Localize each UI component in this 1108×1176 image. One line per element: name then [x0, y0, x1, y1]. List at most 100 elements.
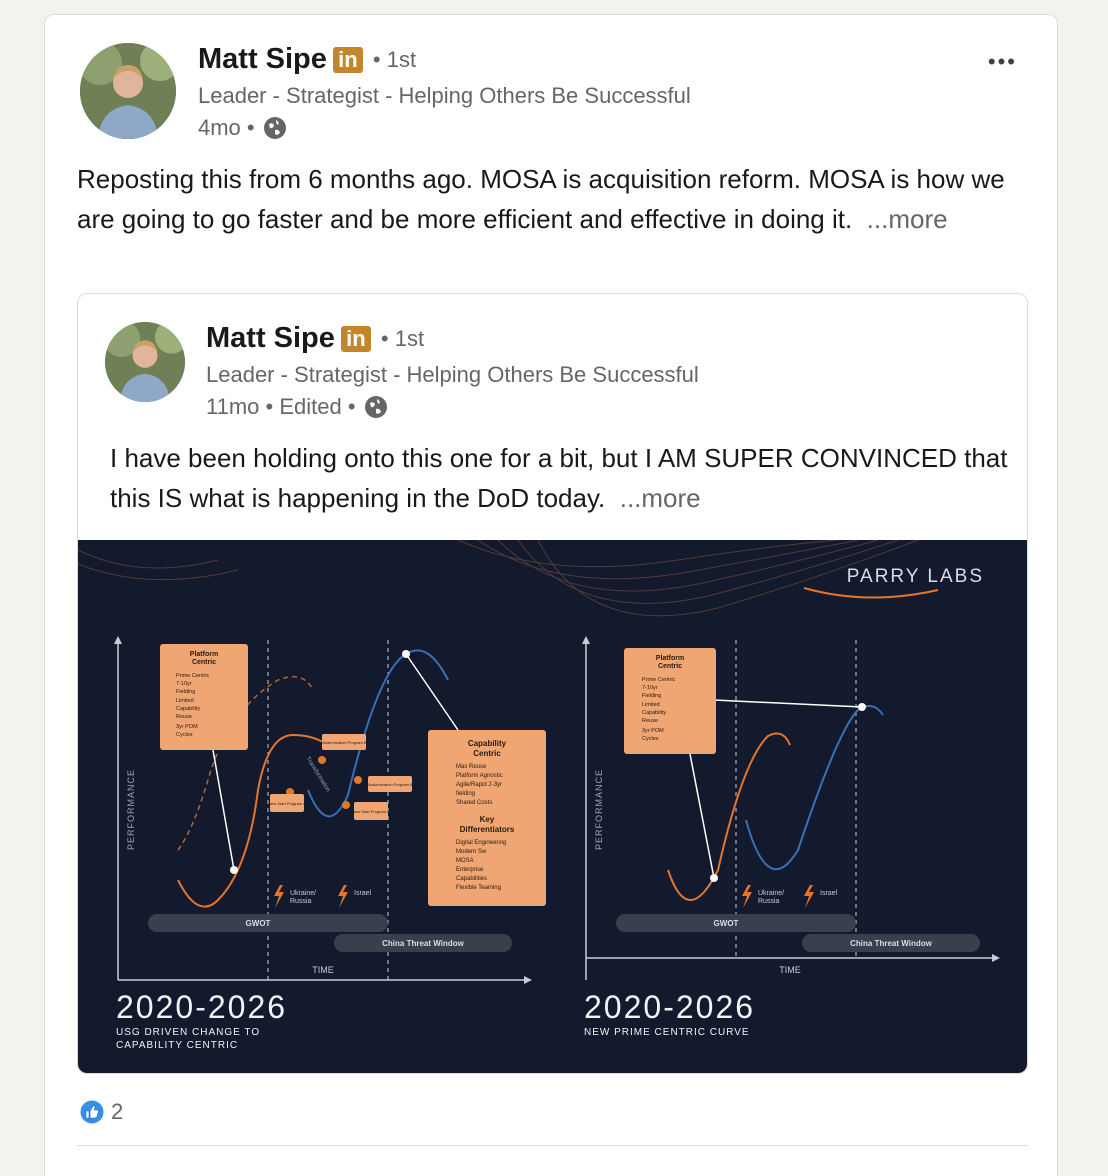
callout-line [689, 753, 715, 879]
box-item: 7-10yr [176, 681, 192, 687]
brand-logo: PARRY LABS [847, 566, 984, 587]
event-label: Israel [354, 890, 372, 897]
box-item: 7-10yr [642, 685, 658, 691]
avatar[interactable] [80, 43, 176, 139]
label-ns-a-text: New Start Program A [268, 801, 306, 806]
box-title: Centric [658, 663, 682, 670]
left-chart: PERFORMANCE TIME Modernization Program B… [114, 636, 546, 1051]
avatar-photo [105, 322, 185, 402]
box-item: Shared Costs [456, 800, 492, 806]
arrow-icon [524, 976, 532, 984]
china-window-label: China Threat Window [850, 939, 932, 948]
lightning-icon [338, 885, 348, 908]
globe-icon [364, 396, 387, 418]
post-body: Reposting this from 6 months ago. MOSA i… [77, 159, 1027, 239]
see-more-link[interactable]: ...more [620, 483, 701, 513]
reactions-summary[interactable]: 2 [79, 1099, 123, 1125]
program-marker [318, 756, 326, 764]
china-window-label: China Threat Window [382, 939, 464, 948]
box-item: Agile/Rapid 2-3yr [456, 782, 502, 788]
box-item: fielding [456, 791, 475, 797]
author-name[interactable]: Matt Sipe [198, 43, 327, 76]
box-item: Capabilities [456, 876, 487, 882]
chart-year: 2020-2026 [116, 989, 287, 1025]
box-item: Flexible Teaming [456, 885, 501, 891]
box-item: Prime Centric [176, 673, 210, 679]
box-item: Prime Centric [642, 677, 676, 683]
event-label: Israel [820, 890, 838, 897]
y-axis-label: PERFORMANCE [594, 769, 604, 850]
event-label: Ukraine/ [290, 890, 316, 897]
lightning-icon [742, 885, 752, 908]
event-label: Ukraine/ [758, 890, 784, 897]
box-title: Centric [473, 749, 501, 758]
lightning-icon [804, 885, 814, 908]
label-ns-b-text: New Start Program B [352, 809, 390, 814]
connection-degree: • 1st [380, 325, 425, 351]
box-item: Fielding [642, 693, 661, 699]
callout-line [212, 749, 235, 871]
reaction-count[interactable]: 2 [111, 1099, 123, 1125]
program-marker [354, 776, 362, 784]
x-axis-label: TIME [312, 965, 334, 975]
box-item: Modern Sw [456, 849, 487, 855]
label-mod-b-text: Modernization Program B [321, 740, 367, 745]
lightning-icon [274, 885, 284, 908]
label-mod-a-text: Modernization Program A [367, 782, 412, 787]
repost-author-name[interactable]: Matt Sipe [206, 322, 335, 355]
box-title: Key [480, 815, 495, 824]
box-title: Differentiators [460, 825, 515, 834]
repost-time: 11mo • Edited • [206, 394, 356, 419]
box-title: Centric [192, 659, 216, 666]
platform-centric-box: Platform Centric Prime Centric 7-10yr Fi… [624, 648, 716, 754]
brand-swoosh [803, 587, 939, 599]
arrow-icon [582, 636, 590, 644]
prime-curve [745, 705, 884, 871]
linkedin-premium-icon: in [332, 46, 363, 73]
chart-caption: NEW PRIME CENTRIC CURVE [584, 1027, 750, 1038]
box-title: Platform [656, 655, 684, 662]
box-item: Reuse [176, 714, 192, 720]
x-axis-label: TIME [779, 965, 801, 975]
chart-year: 2020-2026 [584, 989, 755, 1025]
gwot-label: GWOT [714, 919, 739, 928]
repost-text: I have been holding onto this one for a … [110, 443, 1008, 513]
feed-post-card: ••• Matt Sipe in • 1st Leader - Strategi… [44, 14, 1058, 1176]
globe-icon [263, 117, 286, 139]
post-menu-button[interactable]: ••• [988, 51, 1017, 73]
author-headline: Leader - Strategist - Helping Others Be … [198, 83, 691, 108]
box-item: Limited [176, 698, 194, 704]
capability-centric-box: Capability Centric Max Reuse Platform Ag… [428, 730, 546, 906]
event-label: Russia [290, 898, 312, 905]
box-item: Cycles [176, 732, 193, 738]
post-time: 4mo • [198, 115, 255, 140]
transformation-label: Transformation [304, 756, 330, 793]
chart-caption: USG DRIVEN CHANGE TO [116, 1027, 260, 1038]
divider [77, 1145, 1028, 1146]
reposted-post[interactable]: Matt Sipe in • 1st Leader - Strategist -… [77, 293, 1028, 1074]
arrow-icon [114, 636, 122, 644]
callout-line [405, 653, 459, 731]
arrow-icon [992, 954, 1000, 962]
event-label: Russia [758, 898, 780, 905]
y-axis-label: PERFORMANCE [126, 769, 136, 850]
see-more-link[interactable]: ...more [867, 204, 948, 234]
box-item: 3yr POM [642, 728, 664, 734]
box-item: Capability [642, 710, 666, 716]
box-item: Fielding [176, 689, 195, 695]
infographic: PARRY LABS PERFORMANCE TIME Modernizatio… [78, 540, 1000, 1051]
connection-degree: • 1st [372, 46, 417, 72]
box-item: Reuse [642, 718, 658, 724]
repost-body: I have been holding onto this one for a … [110, 438, 1010, 518]
post-image[interactable]: PARRY LABS PERFORMANCE TIME Modernizatio… [78, 540, 1027, 1073]
platform-centric-box: Platform Centric Prime Centric 7-10yr Fi… [160, 644, 248, 750]
box-item: MOSA [456, 858, 474, 864]
linkedin-premium-icon: in [340, 325, 371, 352]
box-item: Enterprise [456, 867, 484, 873]
post-text: Reposting this from 6 months ago. MOSA i… [77, 164, 1005, 234]
avatar-photo [80, 43, 176, 139]
chart-caption: CAPABILITY CENTRIC [116, 1040, 238, 1051]
right-chart: PERFORMANCE TIME Platform Centric Prime [582, 636, 1000, 1038]
box-title: Capability [468, 739, 507, 748]
repost-avatar[interactable] [105, 322, 185, 402]
